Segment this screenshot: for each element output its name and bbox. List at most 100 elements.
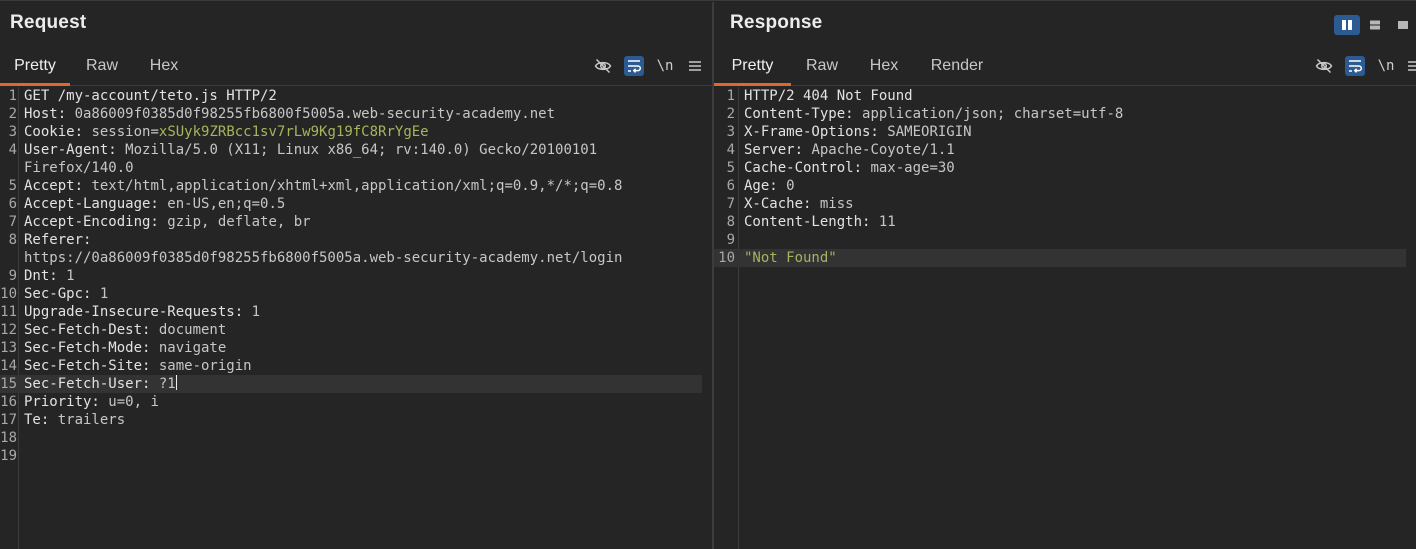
line-number: 1: [8, 88, 17, 104]
header-key: Server:: [744, 142, 812, 158]
request-editor[interactable]: 1 GET /my-account/teto.js HTTP/2 2 Host: 0a…: [0, 87, 712, 549]
code-line[interactable]: 18: [0, 429, 702, 447]
code-line[interactable]: 2 Content-Type: application/json; charset…: [714, 105, 1406, 123]
header-key: Sec-Fetch-Site:: [24, 358, 159, 374]
wrap-lines-icon[interactable]: [624, 56, 644, 76]
split-rows-icon[interactable]: [1362, 15, 1388, 35]
header-key: Sec-Fetch-User:: [24, 376, 159, 392]
line-number: 1: [726, 88, 735, 104]
code-line[interactable]: 6 Age: 0: [714, 177, 1406, 195]
header-key: Te:: [24, 412, 58, 428]
header-key: X-Frame-Options:: [744, 124, 888, 140]
newline-toggle[interactable]: \n: [1376, 56, 1396, 76]
code-line[interactable]: 16 Priority: u=0, i: [0, 393, 702, 411]
header-value: SAMEORIGIN: [887, 124, 972, 140]
line-content: X-Cache: miss: [744, 195, 854, 213]
request-tab-hex[interactable]: Hex: [134, 48, 194, 86]
response-editor[interactable]: 1 HTTP/2 404 Not Found 2 Content-Type: appl…: [714, 87, 1416, 549]
header-key: Upgrade-Insecure-Requests:: [24, 304, 252, 320]
line-content: Dnt: 1: [24, 267, 75, 285]
line-number: 17: [0, 412, 17, 428]
line-content: Accept-Language: en-US,en;q=0.5: [24, 195, 285, 213]
code-line[interactable]: 10 "Not Found": [714, 249, 1406, 267]
response-code-area[interactable]: 1 HTTP/2 404 Not Found 2 Content-Type: appl…: [714, 87, 1406, 549]
line-content: HTTP/2 404 Not Found: [744, 87, 913, 105]
line-content: Server: Apache-Coyote/1.1: [744, 141, 955, 159]
header-key: Accept-Language:: [24, 196, 168, 212]
response-tab-render[interactable]: Render: [915, 48, 999, 86]
line-number: 7: [726, 196, 735, 212]
line-content: Sec-Fetch-Site: same-origin: [24, 357, 252, 375]
code-line[interactable]: 7 X-Cache: miss: [714, 195, 1406, 213]
code-line[interactable]: 9: [714, 231, 1406, 249]
response-tab-pretty[interactable]: Pretty: [714, 48, 791, 86]
line-number: 12: [0, 322, 17, 338]
code-line[interactable]: 15 Sec-Fetch-User: ?1: [0, 375, 702, 393]
code-line[interactable]: 10 Sec-Gpc: 1: [0, 285, 702, 303]
line-number: 10: [718, 250, 735, 266]
line-content: Cache-Control: max-age=30: [744, 159, 955, 177]
code-line-continuation[interactable]: https://0a86009f0385d0f98255fb6800f5005a…: [0, 249, 702, 267]
header-value: Apache-Coyote/1.1: [811, 142, 955, 158]
code-line[interactable]: 4 User-Agent: Mozilla/5.0 (X11; Linux x86…: [0, 141, 702, 159]
http-message-editor: Request Pretty Raw Hex \n 1 GET /my-acco…: [0, 0, 1416, 549]
request-tab-pretty[interactable]: Pretty: [0, 48, 70, 86]
code-line[interactable]: 19: [0, 447, 702, 465]
eye-off-icon[interactable]: [1314, 56, 1334, 76]
header-value: text/html,application/xhtml+xml,applicat…: [91, 178, 623, 194]
code-line[interactable]: 1 GET /my-account/teto.js HTTP/2: [0, 87, 702, 105]
line-number: 13: [0, 340, 17, 356]
header-value: 0: [786, 178, 795, 194]
wrap-lines-icon[interactable]: [1345, 56, 1365, 76]
request-code-area[interactable]: 1 GET /my-account/teto.js HTTP/2 2 Host: 0a…: [0, 87, 702, 549]
line-number: 6: [8, 196, 17, 212]
code-line[interactable]: 14 Sec-Fetch-Site: same-origin: [0, 357, 702, 375]
line-number: 4: [8, 142, 17, 158]
header-value: miss: [819, 196, 854, 212]
line-content: Sec-Gpc: 1: [24, 285, 108, 303]
line-content: Sec-Fetch-Dest: document: [24, 321, 226, 339]
header-value: =: [150, 124, 159, 140]
header-value: https://0a86009f0385d0f98255fb6800f5005a…: [24, 250, 623, 266]
header-key: Dnt:: [24, 268, 67, 284]
hamburger-menu-icon[interactable]: [1404, 56, 1416, 76]
line-number: 14: [0, 358, 17, 374]
single-pane-icon[interactable]: [1390, 15, 1416, 35]
request-tabbar: Pretty Raw Hex \n: [0, 48, 712, 86]
code-line[interactable]: 6 Accept-Language: en-US,en;q=0.5: [0, 195, 702, 213]
code-line-continuation[interactable]: Firefox/140.0: [0, 159, 702, 177]
code-line[interactable]: 5 Cache-Control: max-age=30: [714, 159, 1406, 177]
code-line[interactable]: 8 Referer:: [0, 231, 702, 249]
code-line[interactable]: 3 X-Frame-Options: SAMEORIGIN: [714, 123, 1406, 141]
line-number: 15: [0, 376, 17, 392]
code-line[interactable]: 12 Sec-Fetch-Dest: document: [0, 321, 702, 339]
header-key: Sec-Fetch-Dest:: [24, 322, 159, 338]
header-value: 0a86009f0385d0f98255fb6800f5005a.web-sec…: [74, 106, 556, 122]
code-line[interactable]: 9 Dnt: 1: [0, 267, 702, 285]
code-line[interactable]: 4 Server: Apache-Coyote/1.1: [714, 141, 1406, 159]
line-number: 2: [8, 106, 17, 122]
code-line[interactable]: 5 Accept: text/html,application/xhtml+xml…: [0, 177, 702, 195]
line-number: 7: [8, 214, 17, 230]
eye-off-icon[interactable]: [593, 56, 613, 76]
code-line[interactable]: 8 Content-Length: 11: [714, 213, 1406, 231]
response-tab-hex[interactable]: Hex: [853, 48, 915, 86]
line-content: Cookie: session=xSUyk9ZRBcc1sv7rLw9Kg19f…: [24, 123, 429, 141]
newline-toggle[interactable]: \n: [655, 56, 675, 76]
code-line[interactable]: 17 Te: trailers: [0, 411, 702, 429]
code-line[interactable]: 7 Accept-Encoding: gzip, deflate, br: [0, 213, 702, 231]
response-pane: Response Pretty Raw Hex Render \n 1 HTTP…: [714, 2, 1416, 549]
code-line[interactable]: 11 Upgrade-Insecure-Requests: 1: [0, 303, 702, 321]
code-line[interactable]: 2 Host: 0a86009f0385d0f98255fb6800f5005a.…: [0, 105, 702, 123]
line-content: Accept: text/html,application/xhtml+xml,…: [24, 177, 622, 195]
split-columns-icon[interactable]: [1334, 15, 1360, 35]
header-value: navigate: [158, 340, 227, 356]
hamburger-menu-icon[interactable]: [685, 56, 705, 76]
code-line[interactable]: 13 Sec-Fetch-Mode: navigate: [0, 339, 702, 357]
header-value: session: [91, 124, 151, 140]
code-line[interactable]: 1 HTTP/2 404 Not Found: [714, 87, 1406, 105]
header-key: User-Agent:: [24, 142, 126, 158]
response-tab-raw[interactable]: Raw: [791, 48, 853, 86]
code-line[interactable]: 3 Cookie: session=xSUyk9ZRBcc1sv7rLw9Kg19…: [0, 123, 702, 141]
request-tab-raw[interactable]: Raw: [70, 48, 134, 86]
